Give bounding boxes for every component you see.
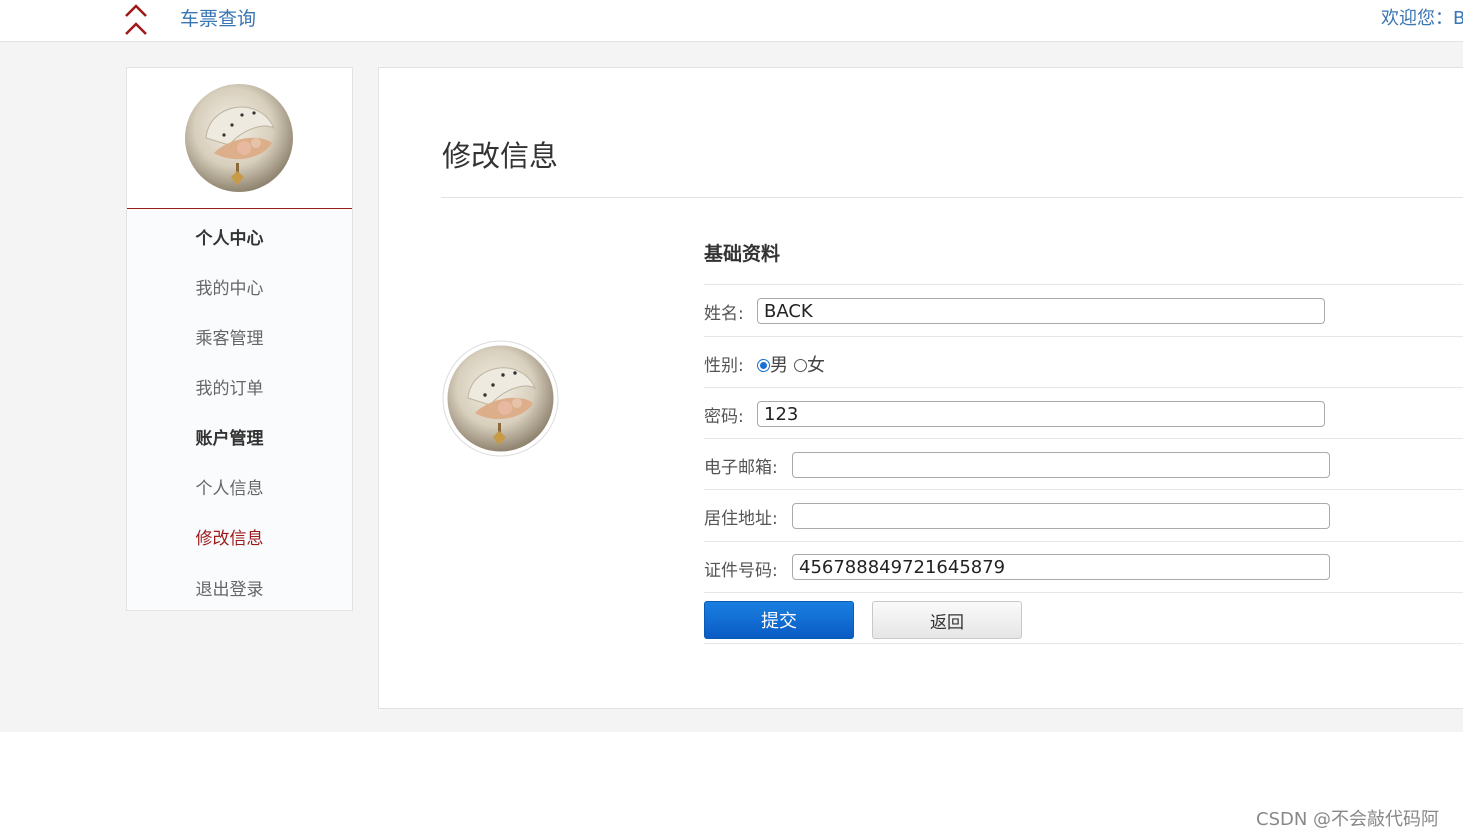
user-avatar[interactable] <box>184 83 294 193</box>
row-divider <box>704 592 1463 593</box>
radio-checked-icon[interactable] <box>757 359 770 372</box>
welcome-text: 欢迎您：B <box>1381 8 1463 29</box>
name-input[interactable] <box>757 298 1325 324</box>
sidebar-heading-personal-center: 个人中心 <box>195 229 264 249</box>
sidebar-item-edit-info[interactable]: 修改信息 <box>127 524 332 549</box>
sidebar-item-my-center[interactable]: 我的中心 <box>127 274 332 299</box>
sidebar-item-my-orders[interactable]: 我的订单 <box>127 374 332 399</box>
email-label: 电子邮箱: <box>704 458 778 478</box>
address-label: 居住地址: <box>704 509 778 529</box>
gender-option-male[interactable]: 男 <box>757 351 788 377</box>
nav-ticket-search-link[interactable]: 车票查询 <box>180 4 256 31</box>
section-title-basic-info: 基础资料 <box>704 243 781 265</box>
password-input[interactable] <box>757 401 1325 427</box>
sidebar-item-passenger-management[interactable]: 乘客管理 <box>127 324 332 349</box>
back-button[interactable]: 返回 <box>872 601 1022 639</box>
sidebar: 个人中心 我的中心 乘客管理 我的订单 账户管理 个人信息 修改信息 退出登录 <box>126 67 353 611</box>
name-label: 姓名: <box>704 304 744 324</box>
gender-male-label: 男 <box>770 355 788 376</box>
row-divider <box>704 438 1463 439</box>
row-divider <box>704 643 1463 644</box>
row-divider <box>704 284 1463 285</box>
address-input[interactable] <box>792 503 1330 529</box>
profile-avatar[interactable] <box>442 340 559 457</box>
sidebar-avatar-area <box>127 68 352 209</box>
watermark-text: CSDN @不会敲代码阿 <box>1256 809 1440 830</box>
gender-option-female[interactable]: 女 <box>794 351 825 377</box>
sidebar-item-logout[interactable]: 退出登录 <box>127 575 332 600</box>
email-input[interactable] <box>792 452 1330 478</box>
main-panel: 修改信息 基础资料 姓名: 性别: 男 女 密码: <box>378 67 1463 709</box>
row-divider <box>704 489 1463 490</box>
page-title: 修改信息 <box>442 139 559 173</box>
row-divider <box>704 336 1463 337</box>
sidebar-heading-account-management: 账户管理 <box>195 429 264 449</box>
gender-female-label: 女 <box>807 355 825 376</box>
row-divider <box>704 541 1463 542</box>
top-bar: 车票查询 欢迎您：B <box>0 0 1463 42</box>
gender-label: 性别: <box>704 356 744 376</box>
id-number-label: 证件号码: <box>704 561 778 581</box>
password-label: 密码: <box>704 407 744 427</box>
row-divider <box>704 387 1463 388</box>
radio-unchecked-icon[interactable] <box>794 359 807 372</box>
id-number-input[interactable] <box>792 554 1330 580</box>
submit-button[interactable]: 提交 <box>704 601 854 639</box>
double-chevron-up-icon <box>125 4 147 35</box>
title-divider <box>441 197 1463 198</box>
sidebar-item-personal-info[interactable]: 个人信息 <box>127 474 332 499</box>
